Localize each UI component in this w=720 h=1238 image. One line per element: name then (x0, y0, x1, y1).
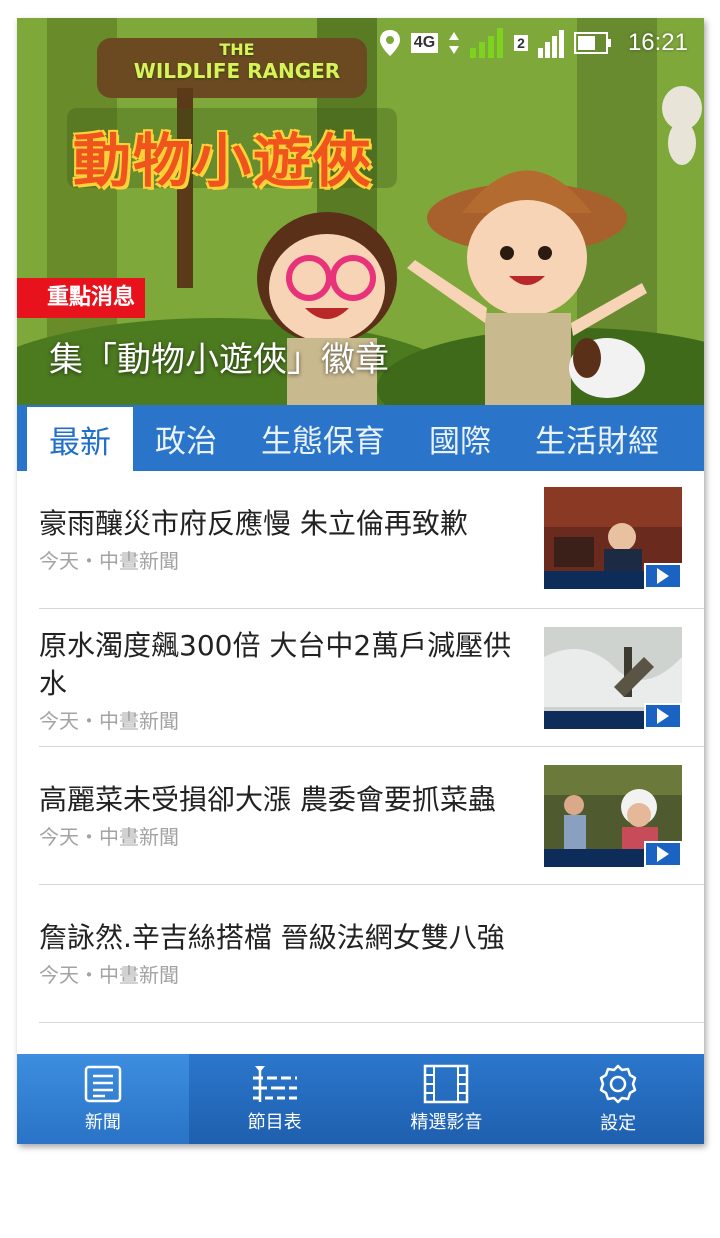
play-icon (657, 708, 669, 724)
news-title: 原水濁度飆300倍 大台中2萬戶減壓供水 (39, 629, 512, 700)
news-item[interactable]: 原水濁度飆300倍 大台中2萬戶減壓供水 今天・中晝新聞 (39, 609, 704, 747)
nav-videos-label: 精選影音 (410, 1112, 483, 1133)
hero-banner[interactable]: THE WILDLIFE RANGER 動物小遊俠 4G 2 16:21 重點消… (17, 18, 704, 405)
featured-badge: 重點消息 (17, 278, 146, 318)
signal-strength-icon (470, 28, 504, 58)
play-icon (657, 846, 669, 862)
nav-news[interactable]: 新聞 (17, 1054, 189, 1144)
news-title: 詹詠然.辛吉絲搭檔 晉級法網女雙八強 (39, 921, 505, 954)
news-item[interactable]: 詹詠然.辛吉絲搭檔 晉級法網女雙八強 今天・中晝新聞 (39, 885, 704, 1023)
film-icon (424, 1064, 469, 1104)
news-list: 豪雨釀災市府反應慢 朱立倫再致歉 今天・中晝新聞 原水濁度飆300倍 大台中2萬… (17, 471, 704, 1023)
location-icon (379, 30, 400, 56)
category-tabs: 最新 政治 生態保育 國際 生活財經 (17, 405, 704, 471)
battery-icon (573, 32, 611, 54)
video-thumbnail[interactable] (544, 487, 682, 589)
news-title: 豪雨釀災市府反應慢 朱立倫再致歉 (39, 507, 468, 540)
play-button[interactable] (644, 563, 682, 589)
schedule-icon (252, 1066, 297, 1102)
nav-videos[interactable]: 精選影音 (361, 1054, 533, 1144)
bottom-navigation: 新聞 節目表 精選影音 設定 (17, 1054, 704, 1144)
news-icon (84, 1065, 122, 1103)
news-meta: 今天・中晝新聞 (39, 963, 179, 987)
nav-settings-label: 設定 (600, 1113, 637, 1134)
tab-ecology[interactable]: 生態保育 (239, 405, 407, 471)
nav-news-label: 新聞 (84, 1112, 121, 1133)
network-type-label: 4G (410, 33, 439, 53)
play-icon (657, 568, 669, 584)
nav-settings[interactable]: 設定 (532, 1054, 704, 1144)
tab-life-finance[interactable]: 生活財經 (513, 405, 681, 471)
news-item[interactable]: 豪雨釀災市府反應慢 朱立倫再致歉 今天・中晝新聞 (39, 471, 704, 609)
news-item[interactable]: 高麗菜未受損卻大漲 農委會要抓菜蟲 今天・中晝新聞 (39, 747, 704, 885)
tab-international[interactable]: 國際 (407, 405, 513, 471)
app-screen: THE WILDLIFE RANGER 動物小遊俠 4G 2 16:21 重點消… (17, 18, 704, 1144)
gear-icon (599, 1064, 637, 1104)
sim-slot-label: 2 (514, 35, 528, 51)
data-arrows-icon (449, 32, 460, 54)
clock: 16:21 (627, 29, 688, 56)
video-thumbnail[interactable] (544, 765, 682, 867)
play-button[interactable] (644, 841, 682, 867)
status-bar: 4G 2 16:21 (17, 18, 704, 68)
show-title: 動物小遊俠 (73, 127, 374, 195)
news-title: 高麗菜未受損卻大漲 農委會要抓菜蟲 (39, 783, 496, 816)
tab-politics[interactable]: 政治 (133, 405, 239, 471)
nav-schedule-label: 節目表 (247, 1112, 302, 1133)
play-button[interactable] (644, 703, 682, 729)
hero-headline[interactable]: 集「動物小遊俠」徽章 (49, 332, 389, 381)
nav-schedule[interactable]: 節目表 (189, 1054, 361, 1144)
video-thumbnail[interactable] (544, 627, 682, 729)
tab-latest[interactable]: 最新 (27, 407, 133, 471)
signal-strength-2-icon (537, 30, 564, 58)
